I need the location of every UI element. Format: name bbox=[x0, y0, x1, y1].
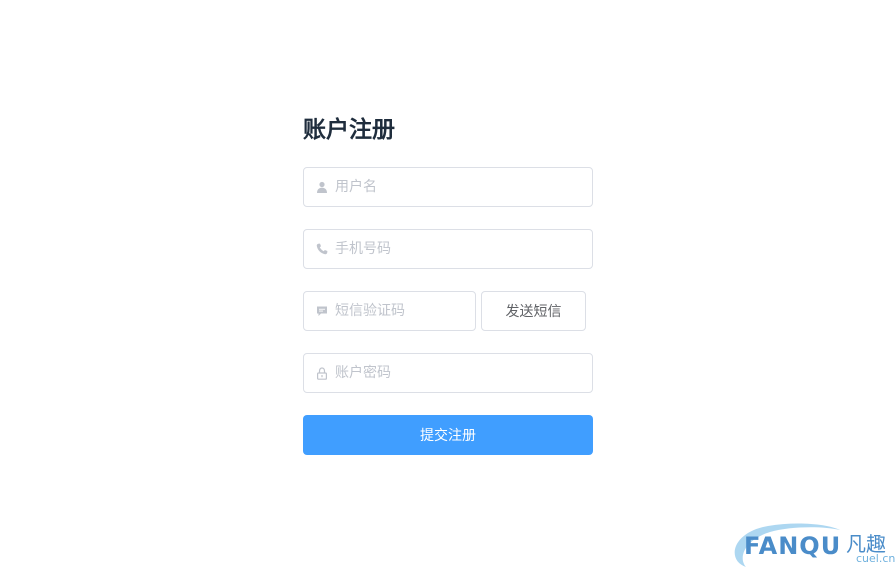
user-icon bbox=[315, 180, 329, 194]
page-title: 账户注册 bbox=[303, 116, 395, 143]
password-field[interactable] bbox=[303, 353, 593, 393]
username-input[interactable] bbox=[335, 168, 592, 206]
sms-code-field[interactable] bbox=[303, 291, 476, 331]
lock-icon bbox=[315, 366, 329, 380]
phone-icon bbox=[315, 242, 329, 256]
phone-input[interactable] bbox=[335, 230, 592, 268]
password-input[interactable] bbox=[335, 354, 592, 392]
username-field[interactable] bbox=[303, 167, 593, 207]
watermark-brand-en: FANQU bbox=[744, 532, 842, 560]
sms-code-input[interactable] bbox=[335, 292, 475, 330]
register-page: 账户注册 用户名 手机号码 短信验证码 发送短信 提交注册 FANQU 凡趣 c… bbox=[0, 0, 896, 569]
register-form: 账户注册 用户名 手机号码 短信验证码 发送短信 提交注册 bbox=[303, 110, 593, 455]
message-icon bbox=[315, 304, 329, 318]
phone-field[interactable] bbox=[303, 229, 593, 269]
submit-register-button[interactable]: 提交注册 bbox=[303, 415, 593, 455]
send-sms-button[interactable]: 发送短信 bbox=[481, 291, 586, 331]
watermark-domain: cuel.cn bbox=[856, 552, 896, 565]
watermark-logo: FANQU 凡趣 cuel.cn bbox=[728, 520, 896, 569]
